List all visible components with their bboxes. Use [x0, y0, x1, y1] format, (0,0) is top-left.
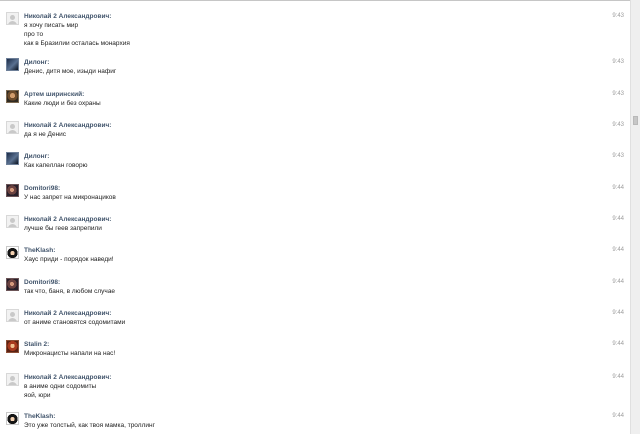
message-text: лучше бы геев запрепили [24, 225, 102, 232]
default-avatar-icon[interactable] [6, 309, 19, 322]
user-avatar[interactable] [6, 412, 19, 425]
sender-name[interactable]: Николай 2 Александрович: [24, 215, 111, 224]
message-time: 9:43 [612, 91, 624, 97]
user-avatar[interactable] [6, 152, 19, 165]
message-text: Какие люди и без охраны [24, 100, 101, 107]
sender-name[interactable]: Stalin 2: [24, 340, 49, 349]
message-time: 9:44 [612, 279, 624, 285]
message-time: 9:44 [612, 185, 624, 191]
message-text: в аниме одни содомиты [24, 383, 97, 390]
message-text: от аниме становятся содомитами [24, 319, 126, 326]
chat-history[interactable]: Николай 2 Александрович: 9:43 я хочу писат… [0, 0, 630, 434]
message-time: 9:43 [612, 122, 624, 128]
message-time: 9:43 [612, 153, 624, 159]
sender-name[interactable]: Николай 2 Александрович: [24, 309, 111, 318]
sender-name[interactable]: Дилонг: [24, 152, 49, 161]
default-avatar-icon[interactable] [6, 121, 19, 134]
vertical-scrollbar[interactable] [630, 0, 640, 434]
default-avatar-icon[interactable] [6, 215, 19, 228]
sender-name[interactable]: Николай 2 Александрович: [24, 12, 111, 21]
message-time: 9:44 [612, 247, 624, 253]
sender-name[interactable]: TheKlash: [24, 412, 55, 421]
message-text: так что, баня, в любом случае [24, 288, 116, 295]
sender-name[interactable]: Domitori98: [24, 184, 60, 193]
user-avatar[interactable] [6, 278, 19, 291]
user-avatar[interactable] [6, 90, 19, 103]
message-text: Микронацисты напали на нас! [24, 350, 116, 357]
user-avatar[interactable] [6, 184, 19, 197]
message-time: 9:43 [612, 13, 624, 19]
sender-name[interactable]: Николай 2 Александрович: [24, 373, 111, 382]
message-text: яой, юри [24, 392, 51, 399]
message-time: 9:44 [612, 216, 624, 222]
message-text: про то [24, 31, 44, 38]
sender-name[interactable]: Domitori98: [24, 278, 60, 287]
message-text: я хочу писать мир [24, 22, 79, 29]
sender-name[interactable]: Артем ширинский: [24, 90, 84, 99]
sender-name[interactable]: TheKlash: [24, 246, 55, 255]
message-text: Хаус приди - порядок наведи! [24, 256, 114, 263]
user-avatar[interactable] [6, 58, 19, 71]
message-text: Это уже толстый, как твоя мамка, троллин… [24, 422, 155, 429]
message-text: как в Бразилии осталась монархия [24, 40, 130, 47]
message-text: У нас запрет на микронациков [24, 194, 116, 201]
message-time: 9:44 [612, 310, 624, 316]
message-time: 9:43 [612, 59, 624, 65]
default-avatar-icon[interactable] [6, 373, 19, 386]
message-time: 9:44 [612, 374, 624, 380]
scrollbar-thumb[interactable] [633, 116, 638, 125]
default-avatar-icon[interactable] [6, 12, 19, 25]
message-text: Как капеллан говорю [24, 162, 88, 169]
message-time: 9:44 [612, 413, 624, 419]
sender-name[interactable]: Николай 2 Александрович: [24, 121, 111, 130]
sender-name[interactable]: Дилонг: [24, 58, 49, 67]
message-time: 9:44 [612, 341, 624, 347]
message-text: Денис, дитя мое, изыди нафиг [24, 68, 117, 75]
message-text: да я не Денис [24, 131, 67, 138]
user-avatar[interactable] [6, 246, 19, 259]
user-avatar[interactable] [6, 340, 19, 353]
